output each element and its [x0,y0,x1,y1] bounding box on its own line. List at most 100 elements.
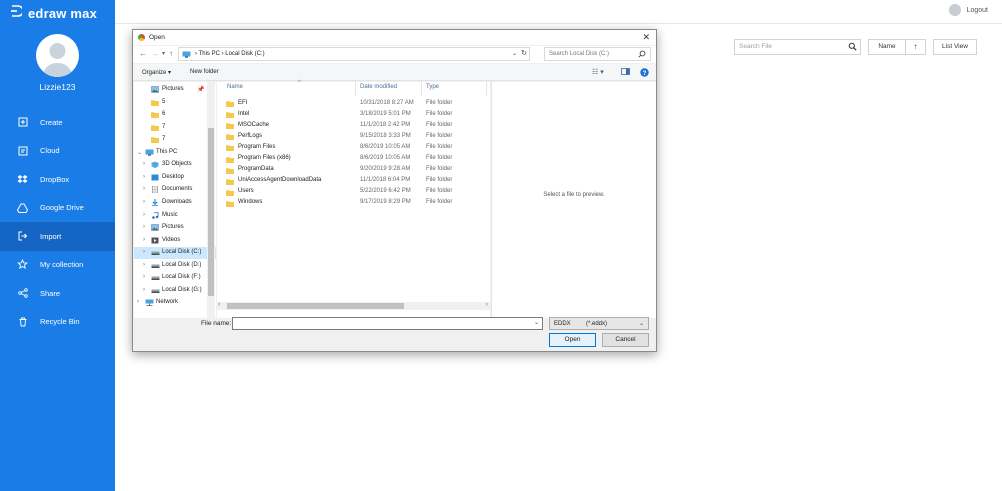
tree-item[interactable]: › Desktop [134,172,216,184]
scroll-right-icon[interactable]: › [486,301,488,308]
file-row[interactable]: ProgramData 9/20/2019 9:28 AM File folder [221,165,489,176]
new-folder-button[interactable]: New folder [190,69,219,75]
file-list: Name ^ Date modified Type EFI 10/31/2018 … [217,80,490,318]
tree-item[interactable]: › 3D Objects [134,159,216,171]
column-header-name[interactable]: Name ^ [227,80,301,96]
tree-item[interactable]: › Local Disk (G:) [134,285,216,297]
column-separator [421,82,422,96]
file-row[interactable]: Users 5/22/2019 6:42 PM File folder [221,187,489,198]
pc-icon [145,149,154,156]
sidebar-item-my-collection[interactable]: My collection [0,251,115,280]
file-row[interactable]: MSOCache 11/1/2018 2:42 PM File folder [221,120,489,131]
file-date: 5/22/2019 6:42 PM [360,188,411,195]
close-icon[interactable]: ✕ [642,32,650,43]
tree-item[interactable]: › Network [134,297,216,309]
file-row[interactable]: UniAccessAgentDownloadData 11/1/2018 6:04… [221,176,489,187]
chevron-right-icon[interactable]: › [143,212,145,218]
back-arrow-icon[interactable]: ← [139,49,147,58]
tree-item[interactable]: 6 [134,109,216,121]
folder-icon [226,178,234,185]
chevron-right-icon[interactable]: › [143,224,145,230]
file-type: File folder [426,155,453,161]
chevron-down-icon[interactable]: ⌄ [137,149,142,156]
sort-direction-button[interactable]: ↑ [906,39,926,55]
tree-item[interactable]: › Documents [134,184,216,196]
sidebar-item-import[interactable]: Import [0,222,115,251]
file-list-hscrollbar[interactable]: ‹ › [217,301,490,310]
file-row[interactable]: Windows 9/17/2019 8:29 PM File folder [221,198,489,209]
dialog-search-input[interactable]: Search Local Disk (C:) [544,47,651,61]
file-row[interactable]: Intel 3/18/2019 5:01 PM File folder [221,109,489,120]
breadcrumb-item-this-pc[interactable]: This PC [199,51,220,57]
sidebar-item-create[interactable]: Create [0,108,115,137]
address-dropdown-icon[interactable]: ⌄ [512,50,517,57]
address-bar[interactable]: › This PC › Local Disk (C:) ⌄ ↻ [178,47,530,61]
tree-item[interactable]: › Local Disk (D:) [134,260,216,272]
chevron-right-icon[interactable]: › [143,249,145,255]
chevron-right-icon[interactable]: › [143,186,145,192]
dialog-titlebar[interactable]: Open ✕ [133,30,656,45]
search-icon[interactable] [638,50,646,60]
filename-dropdown-icon[interactable]: ⌄ [534,319,539,326]
sidebar-item-google-drive[interactable]: Google Drive [0,194,115,223]
file-row[interactable]: Program Files 8/6/2019 10:05 AM File folde… [221,142,489,153]
tree-scrollbar-thumb[interactable] [208,128,214,296]
tree-item[interactable]: › Local Disk (C:) [134,247,216,260]
tree-item[interactable]: › Videos [134,235,216,247]
sidebar-item-recycle-bin[interactable]: Recycle Bin [0,308,115,337]
sidebar-item-dropbox[interactable]: DropBox [0,165,115,194]
tree-item[interactable]: 7 [134,122,216,134]
tree-item-label: 7 [162,123,166,130]
file-row[interactable]: PerfLogs 9/15/2018 3:33 PM File folder [221,131,489,142]
preview-pane-icon[interactable] [621,68,630,77]
sidebar-item-label: Import [40,231,62,241]
search-file-input[interactable]: Search File [734,39,861,55]
open-button[interactable]: Open [549,333,596,347]
filetype-select[interactable]: EDDX (*.eddx) ⌄ [549,317,649,330]
tree-item[interactable]: › Pictures [134,222,216,234]
list-view-button[interactable]: List View [933,39,977,55]
cancel-button[interactable]: Cancel [602,333,649,347]
pictures-icon [151,224,159,231]
scroll-left-icon[interactable]: ‹ [218,301,220,308]
logout-button[interactable]: Logout [948,4,988,16]
tree-item[interactable]: Pictures 📌 [134,84,216,96]
tree-item[interactable]: ⌄ This PC [134,147,216,159]
up-arrow-icon[interactable]: ↑ [169,49,173,58]
chevron-right-icon[interactable]: › [143,274,145,280]
sidebar-item-share[interactable]: Share [0,279,115,308]
recent-locations-icon[interactable]: ▾ [162,50,165,57]
tree-item[interactable]: 5 [134,97,216,109]
file-row[interactable]: EFI 10/31/2018 8:27 AM File folder [221,98,489,109]
chevron-right-icon[interactable]: › [137,299,139,305]
tree-item[interactable]: › Music [134,210,216,222]
pin-icon[interactable]: 📌 [197,86,204,93]
chevron-right-icon[interactable]: › [143,287,145,293]
avatar[interactable] [36,34,79,77]
file-row[interactable]: Program Files (x86) 8/6/2019 10:05 AM File… [221,154,489,165]
help-icon[interactable]: ? [640,68,649,79]
chevron-right-icon[interactable]: › [143,237,145,243]
column-header-type[interactable]: Type [426,84,439,96]
chevron-right-icon[interactable]: › [143,161,145,167]
tree-item[interactable]: 7 [134,134,216,146]
dropbox-icon [17,174,28,185]
forward-arrow-icon[interactable]: → [151,49,159,58]
chevron-right-icon[interactable]: › [143,262,145,268]
refresh-icon[interactable]: ↻ [521,49,527,57]
tree-scrollbar[interactable] [207,82,215,328]
breadcrumb-item-local-disk[interactable]: Local Disk (C:) [225,51,264,57]
column-header-date[interactable]: Date modified [360,84,397,96]
chevron-right-icon[interactable]: › [143,199,145,205]
sidebar-item-cloud[interactable]: Cloud [0,137,115,166]
music-icon [151,210,159,219]
chevron-right-icon[interactable]: › [143,174,145,180]
tree-item[interactable]: › Downloads [134,197,216,209]
hscrollbar-thumb[interactable] [227,303,404,309]
organize-menu[interactable]: Organize ▾ [142,69,171,76]
search-icon[interactable] [848,42,857,53]
filename-input[interactable]: ⌄ [232,317,543,330]
sort-field-button[interactable]: Name [868,39,906,55]
change-view-icon[interactable]: ☷ ▾ [592,68,604,76]
tree-item[interactable]: › Local Disk (F:) [134,272,216,284]
